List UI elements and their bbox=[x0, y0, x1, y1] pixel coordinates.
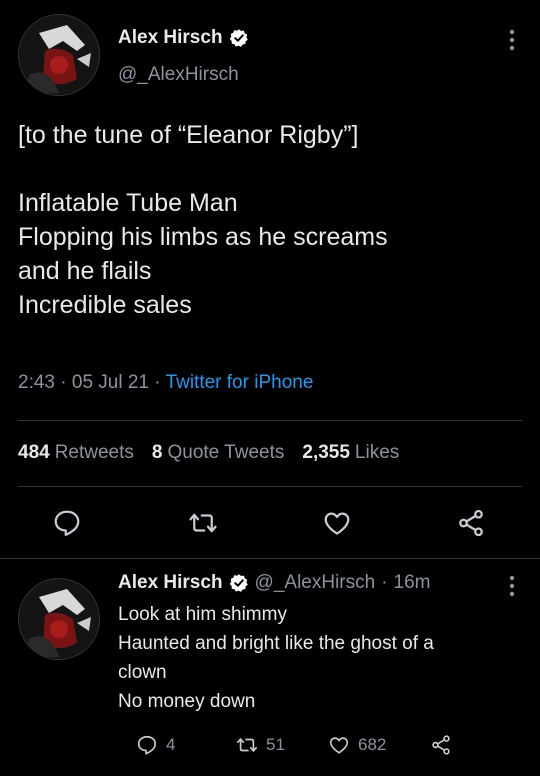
reply-text-line: No money down bbox=[118, 691, 256, 712]
like-icon[interactable] bbox=[322, 508, 352, 538]
reply-author-display-name[interactable]: Alex Hirsch bbox=[118, 572, 223, 594]
engagement-stats: 484 Retweets 8 Quote Tweets 2,355 Likes bbox=[18, 442, 399, 464]
quote-tweets-count: 8 bbox=[151, 442, 163, 463]
retweets-stat[interactable]: 484 Retweets bbox=[18, 442, 134, 464]
reply-retweet-button[interactable]: 51 bbox=[236, 734, 285, 756]
share-icon[interactable] bbox=[456, 508, 486, 538]
main-tweet: Alex Hirsch @_AlexHirsch [to the tune of… bbox=[0, 0, 540, 560]
tweet-actions-bar bbox=[0, 505, 540, 541]
author-name-row: Alex Hirsch bbox=[118, 27, 249, 49]
reply-icon bbox=[136, 734, 158, 756]
tweet-text-line: Incredible sales bbox=[18, 291, 192, 319]
retweet-icon[interactable] bbox=[188, 508, 218, 538]
reply-icon[interactable] bbox=[52, 508, 82, 538]
tweet-text-line: and he flails bbox=[18, 257, 152, 285]
retweet-count: 51 bbox=[266, 735, 285, 754]
author-display-name[interactable]: Alex Hirsch bbox=[118, 27, 223, 49]
reply-time-ago[interactable]: 16m bbox=[394, 572, 431, 594]
share-icon bbox=[430, 734, 452, 756]
author-avatar[interactable] bbox=[18, 14, 100, 96]
reply-body: Look at him shimmy Haunted and bright li… bbox=[118, 600, 518, 716]
author-handle[interactable]: @_AlexHirsch bbox=[118, 64, 239, 86]
likes-label: Likes bbox=[354, 442, 400, 463]
tweet-source[interactable]: Twitter for iPhone bbox=[166, 372, 314, 393]
tweet-time[interactable]: 2:43 bbox=[18, 372, 55, 393]
reply-author-avatar[interactable] bbox=[18, 578, 100, 660]
reply-share-button[interactable] bbox=[430, 734, 452, 756]
tweet-text-line: [to the tune of “Eleanor Rigby”] bbox=[18, 121, 359, 149]
reply-text-line: Look at him shimmy bbox=[118, 604, 287, 625]
likes-stat[interactable]: 2,355 Likes bbox=[302, 442, 399, 464]
reply-author-row: Alex Hirsch @_AlexHirsch · 16m bbox=[118, 572, 431, 594]
divider bbox=[0, 558, 540, 559]
like-count: 682 bbox=[358, 735, 387, 754]
separator-dot: · bbox=[154, 372, 166, 393]
divider bbox=[18, 486, 522, 487]
reply-actions-bar: 4 51 682 bbox=[0, 734, 540, 764]
tweet-timestamp-row: 2:43 · 05 Jul 21 · Twitter for iPhone bbox=[18, 372, 313, 394]
more-options-icon[interactable] bbox=[508, 574, 516, 598]
reply-reply-button[interactable]: 4 bbox=[136, 734, 175, 756]
tweet-text-line: Flopping his limbs as he screams bbox=[18, 223, 388, 251]
retweets-label: Retweets bbox=[54, 442, 134, 463]
tweet-text-line: Inflatable Tube Man bbox=[18, 189, 238, 217]
avatar-image bbox=[19, 15, 99, 95]
likes-count: 2,355 bbox=[302, 442, 350, 463]
tweet-body: [to the tune of “Eleanor Rigby”] Inflata… bbox=[18, 118, 523, 322]
retweets-count: 484 bbox=[18, 442, 50, 463]
verified-badge-icon bbox=[229, 28, 249, 48]
retweet-icon bbox=[236, 734, 258, 756]
divider bbox=[18, 420, 522, 421]
verified-badge-icon bbox=[229, 573, 249, 593]
like-icon bbox=[328, 734, 350, 756]
separator-dot: · bbox=[381, 572, 388, 593]
reply-count: 4 bbox=[166, 735, 176, 754]
reply-text-line: clown bbox=[118, 662, 167, 683]
tweet-date[interactable]: 05 Jul 21 bbox=[72, 372, 149, 393]
reply-like-button[interactable]: 682 bbox=[328, 734, 386, 756]
reply-author-handle[interactable]: @_AlexHirsch bbox=[255, 572, 376, 594]
quote-tweets-label: Quote Tweets bbox=[167, 442, 285, 463]
tweet-text-spacer bbox=[18, 152, 523, 186]
quote-tweets-stat[interactable]: 8 Quote Tweets bbox=[152, 442, 284, 464]
reply-text-line: Haunted and bright like the ghost of a bbox=[118, 633, 434, 654]
avatar-image bbox=[19, 579, 99, 659]
more-options-icon[interactable] bbox=[508, 28, 516, 52]
separator-dot: · bbox=[60, 372, 72, 393]
